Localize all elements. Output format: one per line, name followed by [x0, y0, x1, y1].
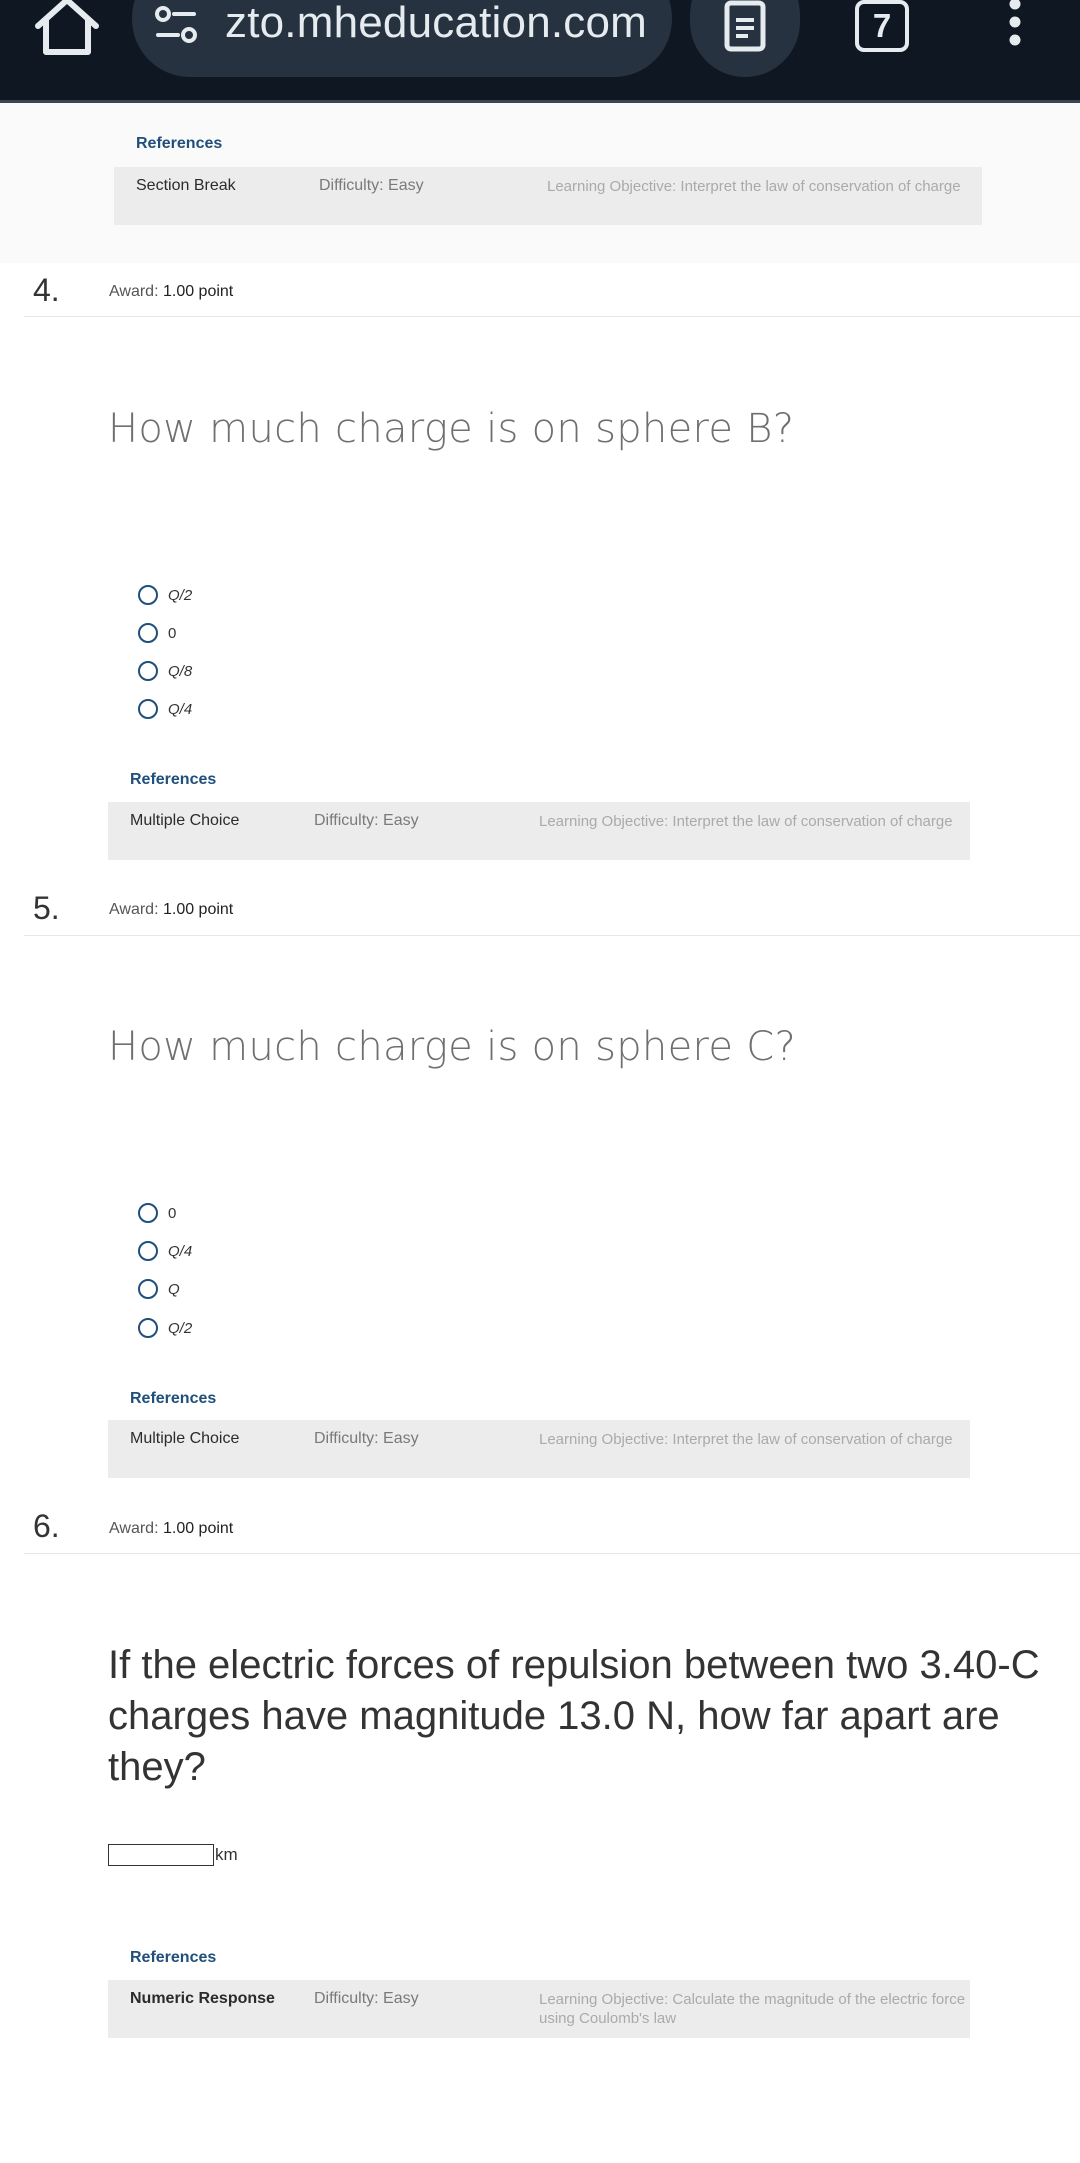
option-label[interactable]: Q/2 — [168, 587, 192, 604]
references-link[interactable]: References — [130, 771, 216, 789]
browser-toolbar: zto.mheducation.com 7 — [0, 0, 1080, 103]
award: Award: 1.00 point — [109, 1520, 233, 1538]
award-value: 1.00 point — [162, 283, 234, 300]
learning-objective: Learning Objective: Interpret the law of… — [539, 1431, 953, 1448]
question-type: Multiple Choice — [130, 1430, 240, 1447]
learning-objective: Learning Objective: Interpret the law of… — [539, 813, 953, 830]
radio-button[interactable] — [138, 661, 158, 681]
divider — [24, 316, 1080, 317]
divider — [24, 935, 1080, 936]
question-meta: Numeric Response Difficulty: Easy Learni… — [108, 1980, 970, 2038]
question-number: 4. — [33, 272, 60, 308]
learning-objective: Learning Objective: Calculate the magnit… — [539, 1991, 966, 2027]
home-icon[interactable] — [28, 0, 106, 68]
learning-objective: Learning Objective: Interpret the law of… — [547, 178, 961, 195]
radio-button[interactable] — [138, 623, 158, 643]
radio-button[interactable] — [138, 1203, 158, 1223]
award-value: 1.00 point — [162, 901, 234, 918]
answer-input[interactable] — [108, 1844, 214, 1866]
radio-button[interactable] — [138, 1318, 158, 1338]
option-label[interactable]: Q — [168, 1281, 180, 1298]
question-meta: Section Break Difficulty: Easy Learning … — [114, 167, 982, 225]
previous-section-footer: References Section Break Difficulty: Eas… — [0, 103, 1080, 263]
option-label[interactable]: Q/2 — [168, 1320, 192, 1337]
question-meta: Multiple Choice Difficulty: Easy Learnin… — [108, 1420, 970, 1478]
radio-button[interactable] — [138, 699, 158, 719]
divider — [24, 1553, 1080, 1554]
difficulty: Difficulty: Easy — [319, 177, 424, 194]
award-label: Award: — [109, 1520, 159, 1537]
question-type: Numeric Response — [130, 1990, 275, 2007]
question-prompt: How much charge is on sphere C? — [108, 1024, 797, 1070]
difficulty: Difficulty: Easy — [314, 1430, 419, 1447]
question-number: 6. — [33, 1508, 60, 1544]
references-link[interactable]: References — [136, 135, 222, 153]
award: Award: 1.00 point — [109, 283, 233, 301]
question-prompt: If the electric forces of repulsion betw… — [108, 1643, 1040, 1789]
award-value: 1.00 point — [162, 1520, 234, 1537]
question-number: 5. — [33, 890, 60, 926]
tabs-icon[interactable]: 7 — [855, 0, 909, 52]
question-type: Section Break — [136, 177, 236, 194]
more-vert-icon[interactable] — [1000, 0, 1030, 52]
radio-button[interactable] — [138, 585, 158, 605]
option-label[interactable]: Q/8 — [168, 663, 192, 680]
option-label[interactable]: 0 — [168, 625, 176, 642]
option-label[interactable]: Q/4 — [168, 701, 192, 718]
unit-label: km — [215, 1845, 238, 1864]
option-label[interactable]: Q/4 — [168, 1243, 192, 1260]
references-link[interactable]: References — [130, 1390, 216, 1408]
award: Award: 1.00 point — [109, 901, 233, 919]
site-settings-icon[interactable] — [154, 5, 200, 45]
reader-mode-icon[interactable] — [690, 0, 800, 77]
difficulty: Difficulty: Easy — [314, 812, 419, 829]
award-label: Award: — [109, 283, 159, 300]
references-link[interactable]: References — [130, 1949, 216, 1967]
address-bar[interactable]: zto.mheducation.com — [132, 0, 672, 77]
question-meta: Multiple Choice Difficulty: Easy Learnin… — [108, 802, 970, 860]
radio-button[interactable] — [138, 1241, 158, 1261]
option-label[interactable]: 0 — [168, 1205, 176, 1222]
award-label: Award: — [109, 901, 159, 918]
question-type: Multiple Choice — [130, 812, 240, 829]
radio-button[interactable] — [138, 1279, 158, 1299]
url-text[interactable]: zto.mheducation.com — [225, 0, 647, 48]
tab-count: 7 — [855, 0, 909, 52]
question-prompt: How much charge is on sphere B? — [108, 406, 795, 452]
difficulty: Difficulty: Easy — [314, 1990, 419, 2007]
